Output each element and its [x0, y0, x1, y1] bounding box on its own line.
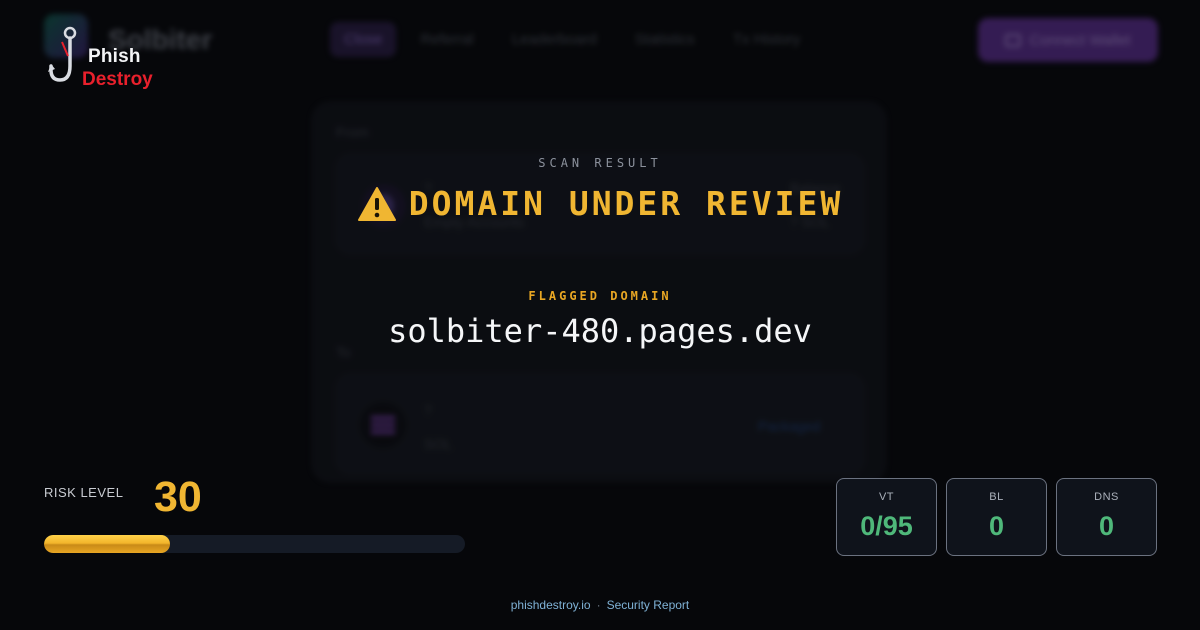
status-title: DOMAIN UNDER REVIEW: [408, 184, 844, 223]
stats-group: VT 0/95 BL 0 DNS 0: [836, 478, 1157, 556]
stat-label: VT: [878, 491, 895, 503]
stat-vt: VT 0/95: [836, 478, 937, 556]
risk-level-value: 30: [154, 473, 202, 521]
brand-line-destroy: Destroy: [82, 69, 153, 90]
risk-level-fill: [44, 535, 171, 553]
scan-status: DOMAIN UNDER REVIEW: [0, 184, 1200, 223]
scan-result-label: SCAN RESULT: [538, 156, 662, 170]
footer: phishdestroy.io · Security Report: [0, 598, 1200, 612]
fish-hook-icon: [48, 26, 77, 82]
nav-item-statistics[interactable]: Statistics: [621, 22, 709, 57]
wallet-icon: [1005, 33, 1022, 47]
warning-icon: [357, 186, 396, 221]
nav-item-tx-history[interactable]: Tx History: [719, 22, 815, 57]
stat-label: BL: [989, 491, 1004, 503]
to-token-icon: [360, 402, 406, 448]
to-status: Packaged: [758, 418, 821, 434]
stat-bl: BL 0: [946, 478, 1047, 556]
nav-item-leaderboard[interactable]: Leaderboard: [498, 22, 611, 57]
phishdestroy-logo: Phish Destroy: [48, 26, 178, 96]
to-token-sub: SOL: [424, 436, 453, 452]
stat-value: 0: [1098, 511, 1115, 541]
from-label: From: [336, 124, 369, 140]
flagged-domain-label: FLAGGED DOMAIN: [528, 289, 672, 303]
background-nav: Close Referral Leaderboard Statistics Tx…: [330, 22, 814, 57]
stat-value: 0: [988, 511, 1005, 541]
connect-wallet-label: Connect Wallet: [1029, 31, 1131, 49]
risk-level-bar: [44, 535, 465, 553]
nav-item-close[interactable]: Close: [330, 22, 397, 57]
stat-value: 0/95: [860, 511, 913, 541]
connect-wallet-button[interactable]: Connect Wallet: [978, 18, 1158, 62]
footer-site-link[interactable]: phishdestroy.io: [511, 598, 591, 612]
stat-dns: DNS 0: [1056, 478, 1157, 556]
brand-line-phish: Phish: [88, 46, 141, 67]
flagged-domain: solbiter-480.pages.dev: [388, 312, 812, 350]
footer-report-label: Security Report: [606, 598, 690, 612]
risk-level-label: RISK LEVEL: [44, 485, 124, 500]
footer-separator: ·: [596, 598, 601, 612]
to-token-symbol: ?: [424, 402, 432, 418]
nav-item-referral[interactable]: Referral: [406, 22, 487, 57]
stat-label: DNS: [1094, 491, 1119, 503]
